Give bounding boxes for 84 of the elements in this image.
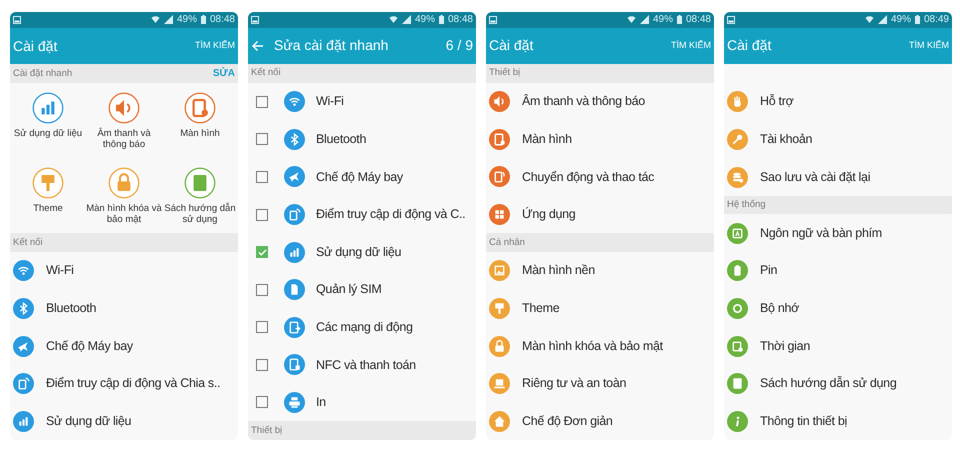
section-label: Cài đặt nhanh xyxy=(13,66,72,81)
settings-row[interactable]: Ứng dụng xyxy=(486,196,714,234)
back-arrow-icon[interactable] xyxy=(251,38,265,53)
screenshot-icon xyxy=(251,16,259,24)
signal-icon xyxy=(402,15,411,24)
settings-row[interactable]: Thông tin thiết bị xyxy=(724,402,952,440)
checkbox[interactable] xyxy=(256,358,268,371)
signal-icon xyxy=(164,15,173,24)
settings-row[interactable]: Riêng tư và an toàn xyxy=(486,364,714,402)
settings-row[interactable]: Chuyển động và thao tác xyxy=(486,158,714,196)
checkbox[interactable] xyxy=(256,208,268,221)
section-label: Kết nối xyxy=(13,236,43,250)
settings-row[interactable]: Bluetooth xyxy=(10,290,238,328)
wifi-icon xyxy=(864,15,874,24)
quick-setting-tile[interactable]: Màn hình xyxy=(162,83,238,158)
wifi-icon xyxy=(626,15,636,24)
page-counter: 6 / 9 xyxy=(446,36,473,56)
screen-title: Cài đặt xyxy=(489,36,534,56)
screenshot-icon xyxy=(13,16,21,24)
battery-percent: 49% xyxy=(652,14,673,25)
screenshot-icon xyxy=(727,16,735,24)
settings-row[interactable]: Quản lý SIM xyxy=(248,270,476,308)
section-label: Hệ thống xyxy=(727,198,766,212)
checkbox[interactable] xyxy=(256,133,268,146)
settings-row[interactable]: Chế độ Đơn giản xyxy=(486,402,714,440)
settings-row[interactable]: Ngôn ngữ và bàn phím xyxy=(724,214,952,252)
settings-row[interactable]: Tài khoản xyxy=(724,120,952,158)
settings-row[interactable]: Sách hướng dẫn sử dụng xyxy=(724,364,952,402)
clock: 08:48 xyxy=(686,14,711,25)
section-label: Thiết bị xyxy=(251,424,282,438)
quick-setting-tile[interactable]: Sử dụng dữ liệu xyxy=(10,83,86,158)
quick-setting-tile[interactable]: Màn hình khóa và bảo mật xyxy=(86,158,162,234)
settings-row[interactable]: Wi-Fi xyxy=(248,82,476,121)
settings-row[interactable]: Wi-Fi xyxy=(10,252,238,290)
checkbox[interactable] xyxy=(256,170,268,183)
wifi-icon xyxy=(388,15,398,24)
signal-icon xyxy=(878,15,887,24)
battery-percent: 49% xyxy=(176,14,197,25)
settings-row[interactable]: Sử dụng dữ liệu xyxy=(248,233,476,271)
settings-row[interactable]: Âm thanh và thông báo xyxy=(486,82,714,121)
settings-row[interactable]: Điểm truy cập di động và C.. xyxy=(248,196,476,234)
screen-title: Cài đặt xyxy=(13,36,58,56)
section-label: Cá nhân xyxy=(489,236,525,250)
screen-title: Sửa cài đặt nhanh xyxy=(274,36,390,56)
battery-percent: 49% xyxy=(890,14,911,25)
clock: 08:49 xyxy=(924,14,949,25)
settings-row[interactable]: Sao lưu và cài đặt lại xyxy=(724,158,952,196)
settings-row[interactable]: Các mạng di động xyxy=(248,308,476,346)
battery-icon xyxy=(914,15,920,24)
battery-icon xyxy=(200,15,206,24)
checkbox[interactable] xyxy=(256,396,268,408)
settings-row[interactable]: Pin xyxy=(724,252,952,290)
settings-row[interactable]: Sử dụng dữ liệu xyxy=(10,402,238,440)
settings-row[interactable]: Màn hình nền xyxy=(486,252,714,290)
section-label: Kết nối xyxy=(251,66,281,80)
settings-row[interactable]: Màn hình khóa và bảo mật xyxy=(486,327,714,365)
settings-row[interactable]: In xyxy=(248,384,476,422)
settings-row[interactable]: Thời gian xyxy=(724,327,952,365)
settings-row[interactable]: Bộ nhớ xyxy=(724,290,952,328)
settings-row[interactable]: NFC và thanh toán xyxy=(248,346,476,384)
quick-setting-tile[interactable]: Âm thanh và thông báo xyxy=(86,83,162,158)
section-label: Thiết bị xyxy=(489,66,520,80)
wifi-icon xyxy=(150,15,160,24)
checkbox[interactable] xyxy=(256,246,268,258)
settings-row[interactable]: Bluetooth xyxy=(248,120,476,158)
battery-percent: 49% xyxy=(414,14,435,25)
settings-row[interactable]: Chế độ Máy bay xyxy=(10,327,238,365)
settings-row[interactable]: Màn hình xyxy=(486,120,714,158)
settings-row[interactable]: Theme xyxy=(486,290,714,328)
battery-icon xyxy=(438,15,444,24)
screenshot-icon xyxy=(489,16,497,24)
battery-icon xyxy=(676,15,682,24)
checkbox[interactable] xyxy=(256,321,268,334)
clock: 08:48 xyxy=(210,14,235,25)
checkbox[interactable] xyxy=(256,96,268,108)
checkbox[interactable] xyxy=(256,284,268,296)
clock: 08:48 xyxy=(448,14,473,25)
quick-setting-tile[interactable]: Sách hướng dẫn sử dụng xyxy=(162,158,238,234)
quick-setting-tile[interactable]: Theme xyxy=(10,158,86,234)
settings-row[interactable]: Chế độ Máy bay xyxy=(248,158,476,196)
signal-icon xyxy=(640,15,649,24)
settings-row[interactable]: Điểm truy cập di động và Chia s.. xyxy=(10,364,238,402)
settings-row[interactable]: Hỗ trợ xyxy=(724,83,952,121)
screen-title: Cài đặt xyxy=(727,36,772,56)
